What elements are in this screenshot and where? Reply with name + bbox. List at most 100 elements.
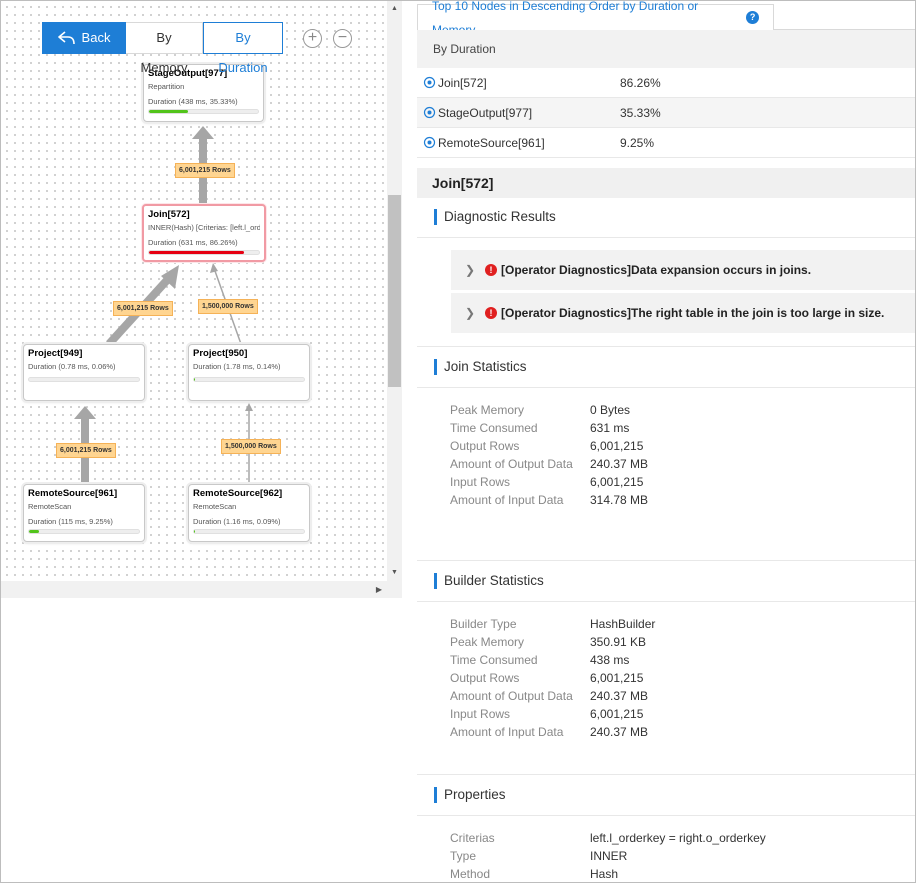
scroll-down-icon[interactable]: ▼ <box>387 566 402 580</box>
top-node-percent: 86.26% <box>620 76 661 90</box>
edge-label-rows: 6,001,215 Rows <box>113 301 173 316</box>
edge-label-rows: 6,001,215 Rows <box>56 443 116 458</box>
stat-value: 6,001,215 <box>590 671 644 685</box>
top-node-row[interactable]: StageOutput[977] 35.33% <box>417 98 915 128</box>
node-duration: Duration (115 ms, 9.25%) <box>28 517 113 526</box>
stat-label: Time Consumed <box>450 653 538 667</box>
stat-value: 240.37 MB <box>590 689 649 703</box>
duration-bar <box>193 377 305 382</box>
scroll-up-icon[interactable]: ▲ <box>387 2 402 16</box>
builder-statistics-title: Builder Statistics <box>434 573 544 589</box>
stat-label: Peak Memory <box>450 403 525 417</box>
node-subtitle: Repartition <box>148 82 185 91</box>
edge-label-rows: 6,001,215 Rows <box>175 163 235 178</box>
diagnostic-item[interactable]: ❯ ! [Operator Diagnostics]Data expansion… <box>451 250 915 290</box>
property-value: left.l_orderkey = right.o_orderkey <box>590 831 766 845</box>
section-divider <box>417 237 915 238</box>
stat-value: HashBuilder <box>590 617 656 631</box>
chevron-right-icon[interactable]: ❯ <box>465 250 475 290</box>
top-node-row[interactable]: Join[572] 86.26% <box>417 68 915 98</box>
back-button[interactable]: Back <box>42 22 126 54</box>
edge-arrowhead <box>192 126 214 139</box>
duration-bar-fill <box>149 110 188 113</box>
stat-label: Output Rows <box>450 671 520 685</box>
graph-panel: 6,001,215 Rows 6,001,215 Rows 1,500,000 … <box>1 1 402 598</box>
scrollbar-thumb[interactable] <box>388 195 401 387</box>
node-project-950[interactable]: Project[950] Duration (1.78 ms, 0.14%) <box>188 344 310 401</box>
duration-bar-fill <box>149 251 244 254</box>
stat-label: Peak Memory <box>450 635 525 649</box>
details-panel: Top 10 Nodes in Descending Order by Dura… <box>417 1 915 882</box>
property-value: Hash <box>590 867 619 881</box>
join-statistics-title: Join Statistics <box>434 359 527 375</box>
selected-node-title: Join[572] <box>417 168 915 198</box>
node-title: RemoteSource[962] <box>193 488 283 499</box>
stat-label: Input Rows <box>450 475 511 489</box>
node-project-949[interactable]: Project[949] Duration (0.78 ms, 0.06%) <box>23 344 145 401</box>
duration-bar <box>28 377 140 382</box>
section-divider <box>417 815 915 816</box>
diagnostic-item[interactable]: ❯ ! [Operator Diagnostics]The right tabl… <box>451 293 915 333</box>
property-label: Criterias <box>450 831 495 845</box>
stat-label: Output Rows <box>450 439 520 453</box>
section-divider <box>417 774 915 775</box>
graph-canvas[interactable]: 6,001,215 Rows 6,001,215 Rows 1,500,000 … <box>1 1 387 581</box>
top-node-name: StageOutput[977] <box>438 106 533 120</box>
stat-label: Amount of Input Data <box>450 725 564 739</box>
edge-arrowhead <box>210 263 218 273</box>
top-node-percent: 9.25% <box>620 136 655 150</box>
stat-value: 438 ms <box>590 653 630 667</box>
top-node-row[interactable]: RemoteSource[961] 9.25% <box>417 128 915 158</box>
scroll-right-icon[interactable]: ▶ <box>376 582 382 597</box>
tab-top-nodes[interactable]: Top 10 Nodes in Descending Order by Dura… <box>417 1 774 37</box>
diagnostic-text: [Operator Diagnostics]Data expansion occ… <box>501 263 812 277</box>
edge-arrowhead <box>245 403 253 411</box>
node-duration: Duration (438 ms, 35.33%) <box>148 97 238 106</box>
property-label: Type <box>450 849 477 863</box>
node-subtitle: RemoteScan <box>28 502 72 511</box>
stat-value: 240.37 MB <box>590 457 649 471</box>
property-label: Method <box>450 867 491 881</box>
stat-label: Input Rows <box>450 707 511 721</box>
node-title: Project[950] <box>193 348 248 359</box>
diagnostic-results-title: Diagnostic Results <box>434 209 556 225</box>
stat-label: Amount of Input Data <box>450 493 564 507</box>
duration-bar <box>193 529 305 534</box>
property-value: INNER <box>590 849 628 863</box>
stat-value: 6,001,215 <box>590 475 644 489</box>
section-divider <box>417 387 915 388</box>
node-remotesource-961[interactable]: RemoteSource[961] RemoteScan Duration (1… <box>23 484 145 542</box>
zoom-out-icon[interactable]: − <box>333 29 352 48</box>
stat-label: Amount of Output Data <box>450 689 573 703</box>
duration-bar <box>148 250 260 255</box>
vertical-scrollbar[interactable]: ▲ ▼ <box>387 1 402 581</box>
diagnostic-text: [Operator Diagnostics]The right table in… <box>501 306 885 320</box>
back-button-label: Back <box>81 30 111 45</box>
by-duration-button[interactable]: By Duration <box>203 22 283 75</box>
stat-label: Builder Type <box>450 617 517 631</box>
stat-value: 0 Bytes <box>590 403 631 417</box>
stat-value: 350.91 KB <box>590 635 647 649</box>
view-toggle-group: Back By Memory By Duration <box>42 22 283 75</box>
node-remotesource-962[interactable]: RemoteSource[962] RemoteScan Duration (1… <box>188 484 310 542</box>
stat-value: 631 ms <box>590 421 630 435</box>
stat-label: Amount of Output Data <box>450 457 573 471</box>
zoom-in-icon[interactable]: + <box>303 29 322 48</box>
stat-value: 314.78 MB <box>590 493 649 507</box>
top-node-name: RemoteSource[961] <box>438 136 545 150</box>
node-subtitle: INNER(Hash) [Criterias: [left.l_ord... <box>148 223 260 232</box>
node-title: Join[572] <box>148 209 190 220</box>
horizontal-scrollbar[interactable]: ▶ <box>1 581 402 598</box>
error-icon: ! <box>485 264 497 276</box>
edge-label-rows: 1,500,000 Rows <box>198 299 258 314</box>
section-divider <box>417 560 915 561</box>
node-title: RemoteSource[961] <box>28 488 118 499</box>
by-memory-button[interactable]: By Memory <box>126 22 203 75</box>
help-icon[interactable]: ? <box>746 11 759 24</box>
node-join-572[interactable]: Join[572] INNER(Hash) [Criterias: [left.… <box>142 204 266 262</box>
chevron-right-icon[interactable]: ❯ <box>465 293 475 333</box>
target-icon <box>423 136 436 149</box>
target-icon <box>423 76 436 89</box>
stat-value: 240.37 MB <box>590 725 649 739</box>
stat-value: 6,001,215 <box>590 707 644 721</box>
